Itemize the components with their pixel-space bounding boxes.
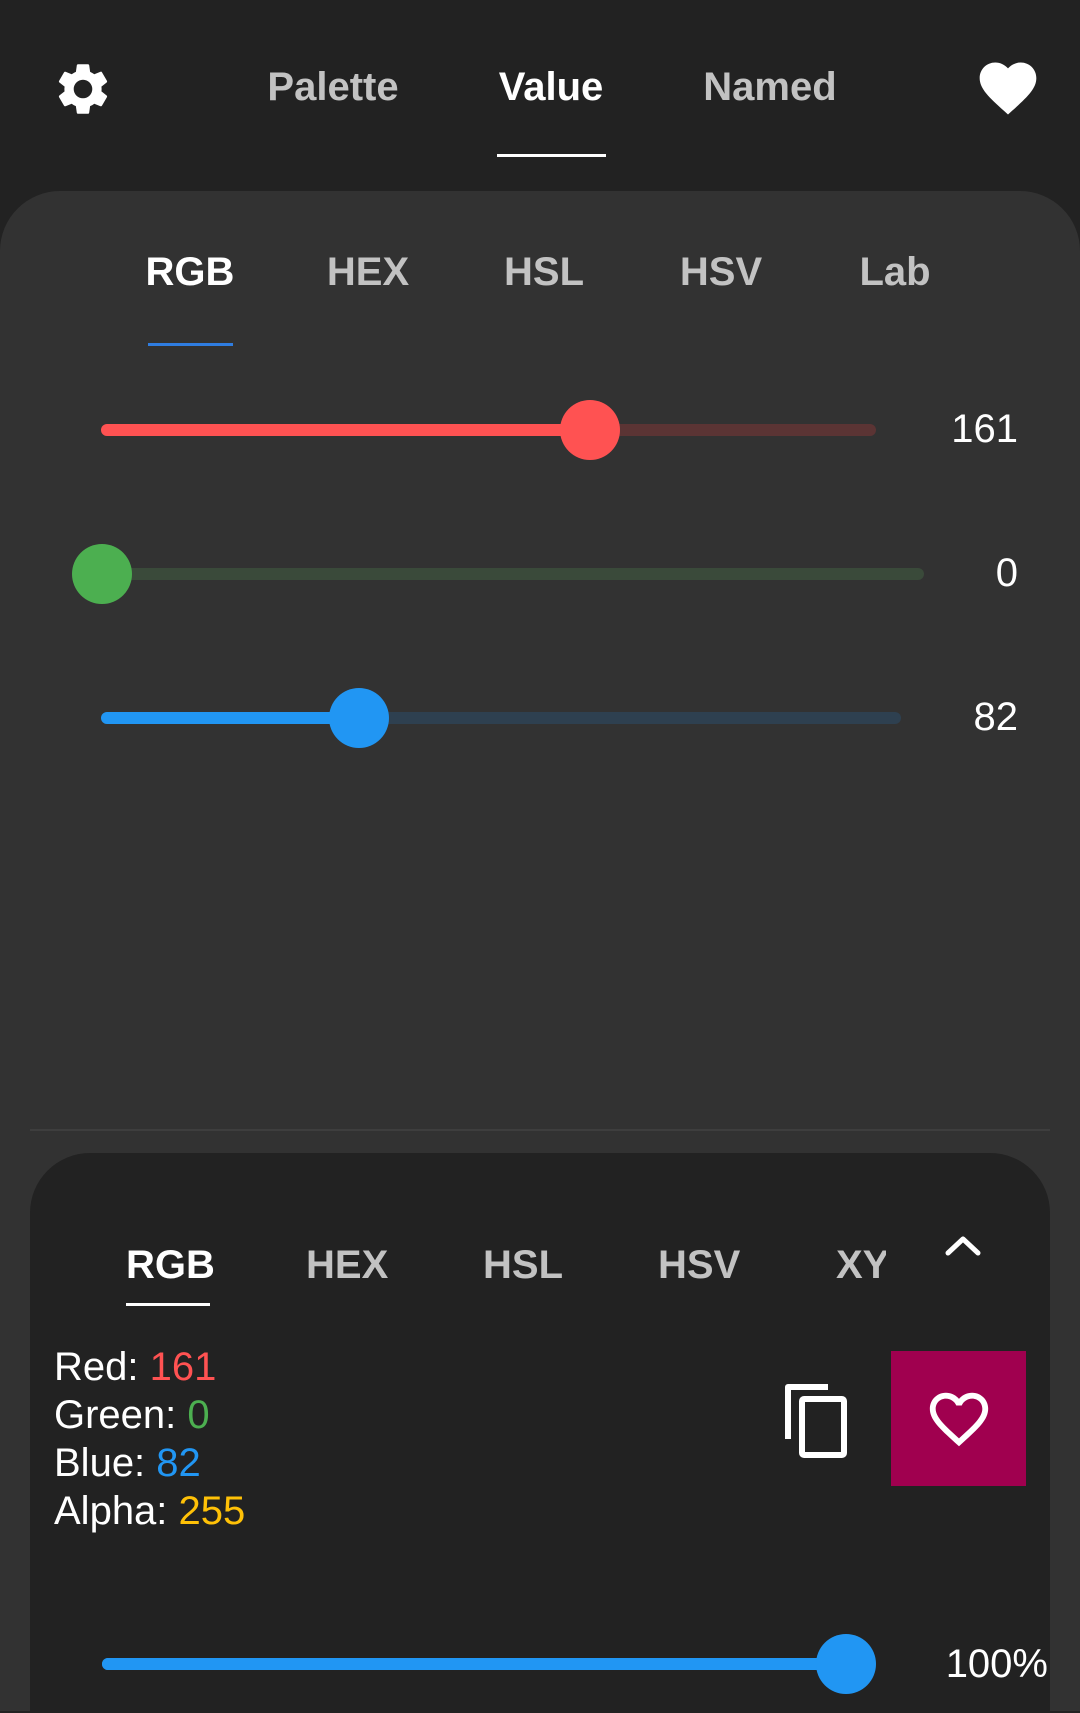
copy-button[interactable] (782, 1381, 858, 1461)
alpha-value: 100% (945, 1642, 1048, 1686)
green-slider[interactable] (72, 544, 924, 604)
red-slider-thumb[interactable] (560, 400, 621, 460)
green-slider-thumb[interactable] (72, 544, 132, 604)
mode-tab-indicator (148, 343, 233, 346)
readout-red-value: 161 (149, 1345, 217, 1389)
readout-blue-value: 82 (156, 1441, 201, 1485)
collapse-button[interactable] (938, 1225, 988, 1265)
alpha-slider[interactable] (102, 1634, 876, 1694)
green-value: 0 (995, 551, 1018, 595)
output-tab-hsv[interactable]: HSV (658, 1235, 740, 1295)
add-favorite-button[interactable] (891, 1351, 1026, 1486)
output-tab-indicator (126, 1303, 210, 1306)
green-slider-track (102, 568, 924, 580)
output-panel: RGB HEX HSL HSV XY Red: 161 Green: 0 Blu… (30, 1153, 1050, 1713)
readout-alpha-label: Alpha: (54, 1489, 179, 1533)
tab-value[interactable]: Value (480, 52, 622, 122)
output-tab-xy[interactable]: XY (836, 1235, 886, 1295)
readout-green: Green: 0 (54, 1391, 245, 1439)
readout-alpha: Alpha: 255 (54, 1487, 245, 1535)
mode-tab-hsl[interactable]: HSL (494, 242, 594, 302)
heart-icon (979, 62, 1037, 115)
readout-red: Red: 161 (54, 1343, 245, 1391)
readout-blue: Blue: 82 (54, 1439, 245, 1487)
red-value: 161 (951, 407, 1018, 451)
mode-tab-rgb[interactable]: RGB (140, 242, 240, 302)
top-app-bar: Palette Value Named (0, 0, 1080, 190)
mode-tab-lab[interactable]: Lab (845, 242, 945, 302)
mode-tab-hex[interactable]: HEX (318, 242, 418, 302)
output-tab-hex[interactable]: HEX (306, 1235, 388, 1295)
alpha-slider-thumb[interactable] (816, 1634, 876, 1694)
section-divider (30, 1129, 1050, 1131)
chevron-up-icon (945, 1236, 981, 1256)
blue-slider[interactable] (101, 688, 901, 748)
rgb-readout: Red: 161 Green: 0 Blue: 82 Alpha: 255 (54, 1343, 245, 1535)
mode-tab-hsv[interactable]: HSV (670, 242, 772, 302)
copy-icon (785, 1384, 847, 1458)
output-tab-hsl[interactable]: HSL (483, 1235, 563, 1295)
output-tab-rgb[interactable]: RGB (126, 1235, 215, 1295)
heart-outline-icon (929, 1392, 988, 1446)
favorites-button[interactable] (968, 48, 1048, 128)
blue-slider-fill (101, 712, 359, 724)
tab-palette[interactable]: Palette (252, 52, 414, 122)
tab-named[interactable]: Named (690, 52, 850, 122)
readout-green-value: 0 (187, 1393, 210, 1437)
tab-value-indicator (497, 154, 606, 157)
readout-green-label: Green: (54, 1393, 188, 1437)
red-slider-fill (101, 424, 591, 436)
settings-button[interactable] (46, 52, 120, 126)
red-slider[interactable] (101, 400, 876, 460)
readout-red-label: Red: (54, 1345, 150, 1389)
blue-value: 82 (973, 695, 1019, 739)
gear-icon (58, 64, 108, 114)
readout-alpha-value: 255 (178, 1489, 246, 1533)
blue-slider-thumb[interactable] (328, 688, 389, 748)
readout-blue-label: Blue: (54, 1441, 157, 1485)
alpha-slider-fill (102, 1658, 846, 1670)
